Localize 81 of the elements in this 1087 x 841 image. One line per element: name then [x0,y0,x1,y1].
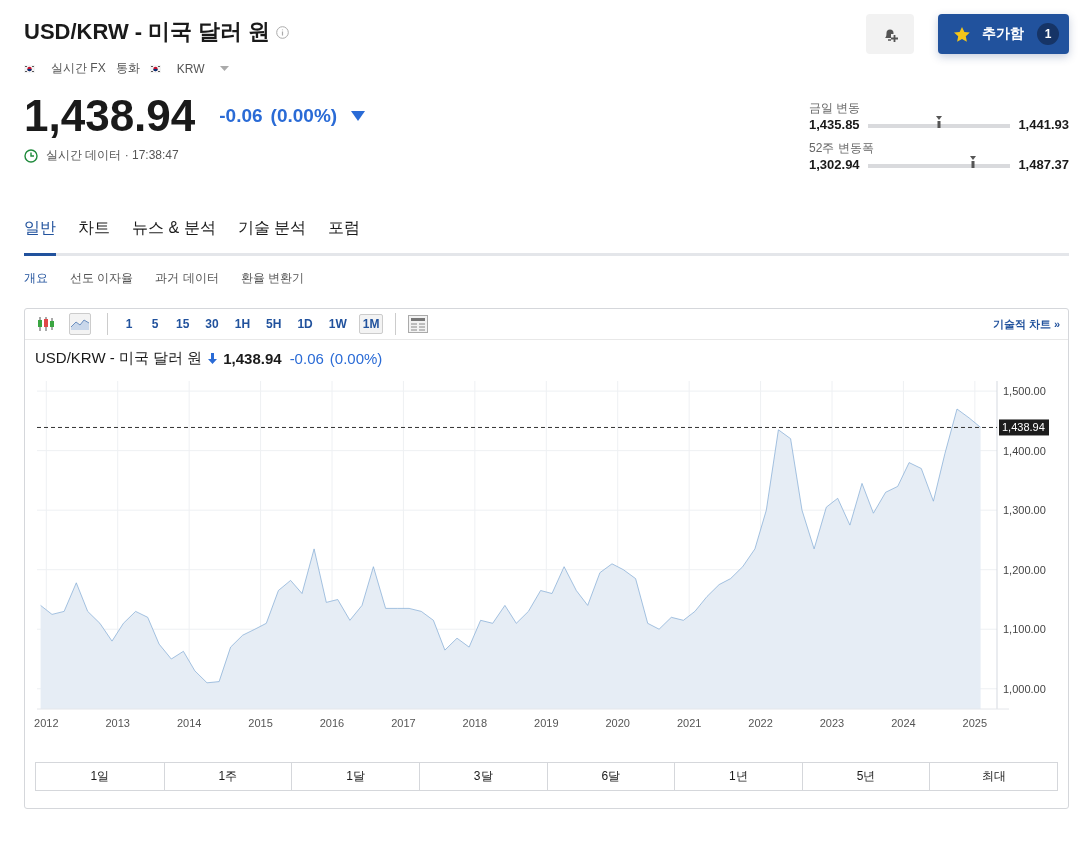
nav-tab[interactable]: 일반 [24,218,56,256]
y-axis-label: 1,400.00 [1003,444,1046,457]
interval-button[interactable]: 15 [172,314,194,334]
x-axis-label: 2020 [605,717,630,729]
x-axis-label: 2015 [248,717,273,729]
watchlist-button[interactable]: 추가함 1 [938,14,1069,54]
flag-icon [149,64,161,73]
sub-tab[interactable]: 환율 변환기 [240,270,305,287]
x-axis-label: 2018 [462,717,488,729]
range-label: 52주 변동폭 [809,140,875,157]
tag-label: 실시간 FX [51,60,106,77]
interval-button[interactable]: 1D [293,314,317,334]
period-button[interactable]: 1주 [163,763,292,790]
chart-change: -0.06 [289,349,324,367]
x-axis-label: 2024 [891,717,916,729]
chart-percent-change: (0.00%) [329,349,383,367]
count-badge: 1 [1037,23,1059,45]
price: 1,438.94 [24,91,196,141]
sub-tab[interactable]: 개요 [24,270,48,287]
nav-tab[interactable]: 포럼 [328,218,360,256]
sub-tab[interactable]: 선도 이자율 [70,270,134,287]
period-button[interactable]: 6달 [546,763,675,790]
clock-icon [24,148,38,163]
chart-type-button[interactable] [69,313,91,335]
x-axis-label: 2025 [962,717,988,729]
period-button[interactable]: 1년 [674,763,802,790]
alert-button[interactable] [866,14,914,54]
interval-button[interactable]: 1W [324,314,351,334]
area-chart-icon[interactable] [71,318,89,330]
range-low: 1,302.94 [809,157,860,172]
down-arrow-icon [208,352,218,364]
interval-button[interactable]: 1 [120,314,138,334]
period-button[interactable]: 5년 [801,763,930,790]
interval-button[interactable]: 30 [201,314,223,334]
interval-button[interactable]: 5H [262,314,286,334]
ref-line-label: 1,438.94 [1002,421,1045,434]
table-icon[interactable] [408,315,429,333]
page-title: USD/KRW - 미국 달러 원 [24,18,271,46]
range-label: 금일 변동 [809,100,862,117]
y-axis-label: 1,500.00 [1003,385,1046,398]
range-low: 1,435.85 [809,117,860,132]
y-axis-label: 1,300.00 [1003,504,1046,517]
range-high: 1,487.37 [1018,157,1069,172]
info-icon[interactable] [276,25,290,39]
x-axis-label: 2014 [176,717,202,729]
range-high: 1,441.93 [1018,117,1069,132]
interval-button[interactable]: 1H [230,314,255,334]
chart-price: 1,438.94 [223,349,282,367]
star-icon [954,26,970,42]
tag-label: 통화 [115,60,140,77]
down-triangle-icon [351,111,366,121]
price-change: -0.06 [219,105,263,127]
tag-label: KRW [176,61,205,76]
y-axis-label: 1,200.00 [1003,563,1046,576]
nav-tab[interactable]: 기술 분석 [237,218,306,256]
x-axis-label: 2022 [748,717,773,729]
x-axis-label: 2016 [319,717,345,729]
period-button[interactable]: 1달 [291,763,419,790]
nav-tab[interactable]: 차트 [78,218,110,256]
status-text: 실시간 데이터 · 17:38:47 [46,147,179,164]
nav-tab[interactable]: 뉴스 & 분석 [132,218,216,256]
sub-tab[interactable]: 과거 데이터 [155,270,219,287]
interval-button[interactable]: 5 [146,314,164,334]
technical-chart-link[interactable]: 기술적 차트 » [992,316,1060,332]
x-axis-label: 2023 [819,717,845,729]
interval-button[interactable]: 1M [358,314,384,334]
x-axis-label: 2013 [105,717,130,729]
y-axis-label: 1,100.00 [1003,623,1046,636]
chart-title: USD/KRW - 미국 달러 원 [35,348,203,368]
x-axis-label: 2021 [676,717,702,729]
x-axis-label: 2012 [34,717,59,729]
current-price-label: 1,438.94 [999,419,1049,436]
period-button[interactable]: 최대 [929,763,1057,790]
period-button[interactable]: 3달 [418,763,547,790]
period-button[interactable]: 1일 [36,763,164,790]
flag-icon [24,64,35,73]
x-axis-label: 2017 [391,717,416,729]
x-axis-label: 2019 [534,717,559,729]
percent-change: (0.00%) [270,105,338,127]
y-axis-label: 1,000.00 [1003,682,1046,695]
caret-icon[interactable] [220,65,230,72]
